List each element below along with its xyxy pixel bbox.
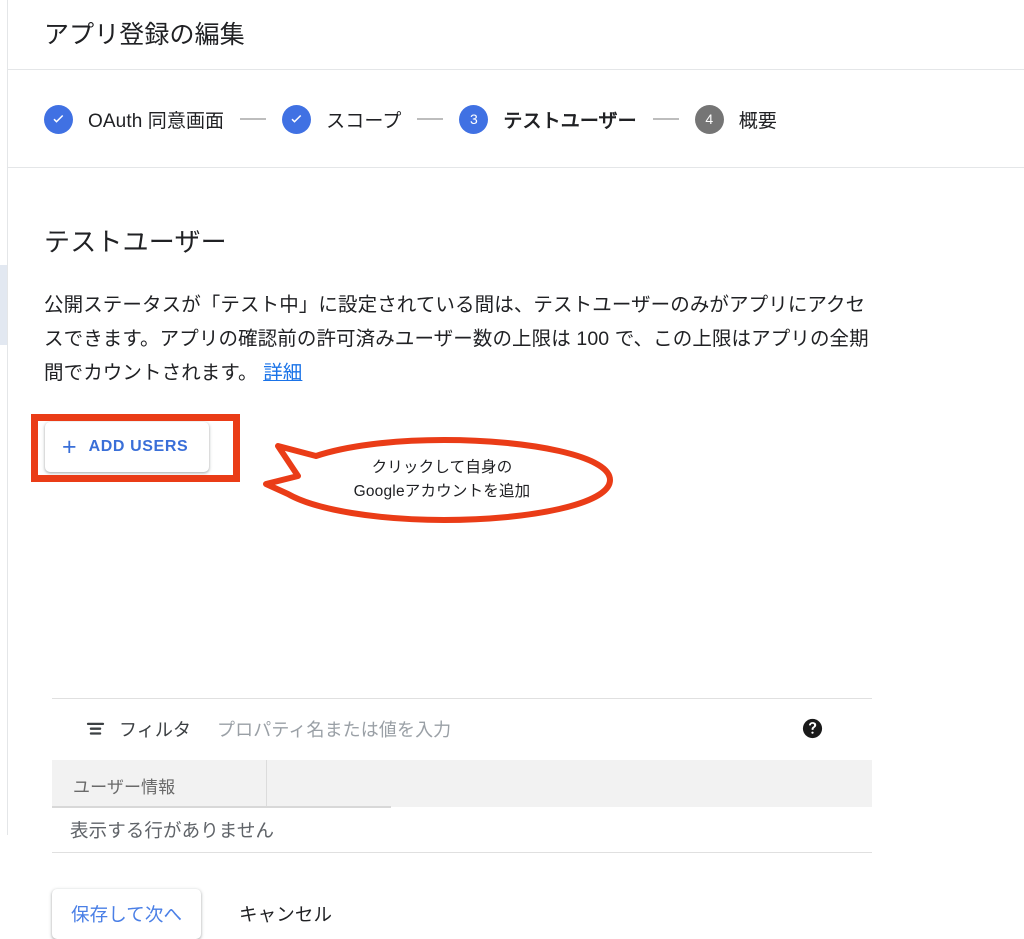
step-connector-2 [417,118,444,120]
table-header-underline [52,806,391,808]
step-4-label: 概要 [738,110,777,132]
step-2-label: スコープ [326,110,402,132]
step-test-users[interactable]: 3 テストユーザー [459,104,637,134]
card-body: テストユーザー 公開ステータスが「テスト中」に設定されている間は、テストユーザー… [8,169,1024,939]
filter-input-placeholder[interactable]: プロパティ名または値を入力 [217,716,451,742]
step-scopes[interactable]: スコープ [282,104,402,134]
filter-label: フィルタ [119,719,192,740]
table-empty-message: 表示する行がありません [70,820,275,841]
table-column-divider [266,760,267,807]
filter-list-icon [86,722,105,735]
step-3-label: テストユーザー [503,110,637,132]
table-column-header-user-info[interactable]: ユーザー情報 [73,773,175,798]
step-3-marker: 3 [459,104,489,134]
table-bottom-divider [52,852,872,853]
learn-more-link[interactable]: 詳細 [263,362,302,384]
step-4-marker: 4 [694,104,724,134]
step-1-label: OAuth 同意画面 [88,110,225,132]
step-summary[interactable]: 4 概要 [694,104,777,134]
section-title: テストユーザー [44,227,227,257]
step-connector-1 [240,118,267,120]
filter-bar[interactable]: フィルタ プロパティ名または値を入力 [52,699,872,758]
check-icon [291,114,302,123]
check-icon [53,114,64,123]
description-text: 公開ステータスが「テスト中」に設定されている間は、テストユーザーのみがアプリにア… [44,294,869,384]
step-oauth-consent[interactable]: OAuth 同意画面 [44,104,225,134]
add-users-button[interactable]: + ADD USERS [45,422,210,472]
step-4-number: 4 [705,111,714,127]
plus-icon: + [62,432,77,461]
step-2-marker [282,104,312,134]
step-3-number: 3 [470,111,478,127]
step-1-marker [44,104,73,134]
add-users-button-label: ADD USERS [88,438,189,455]
section-description: 公開ステータスが「テスト中」に設定されている間は、テストユーザーのみがアプリにア… [44,288,874,390]
page-scrollbar-thumb[interactable] [0,265,7,345]
card-header: アプリ登録の編集 [8,0,1024,70]
step-connector-3 [652,118,679,120]
help-circle-icon[interactable] [801,717,824,740]
page-title: アプリ登録の編集 [44,21,245,49]
form-actions: 保存して次へ キャンセル [52,889,332,939]
save-and-continue-button[interactable]: 保存して次へ [52,889,202,939]
wizard-stepper: OAuth 同意画面 スコープ 3 テストユーザー 4 概要 [8,71,1024,168]
cancel-button[interactable]: キャンセル [239,901,332,927]
app-registration-edit-page: アプリ登録の編集 OAuth 同意画面 スコープ 3 テストユーザー 4 概要 … [0,0,1024,939]
